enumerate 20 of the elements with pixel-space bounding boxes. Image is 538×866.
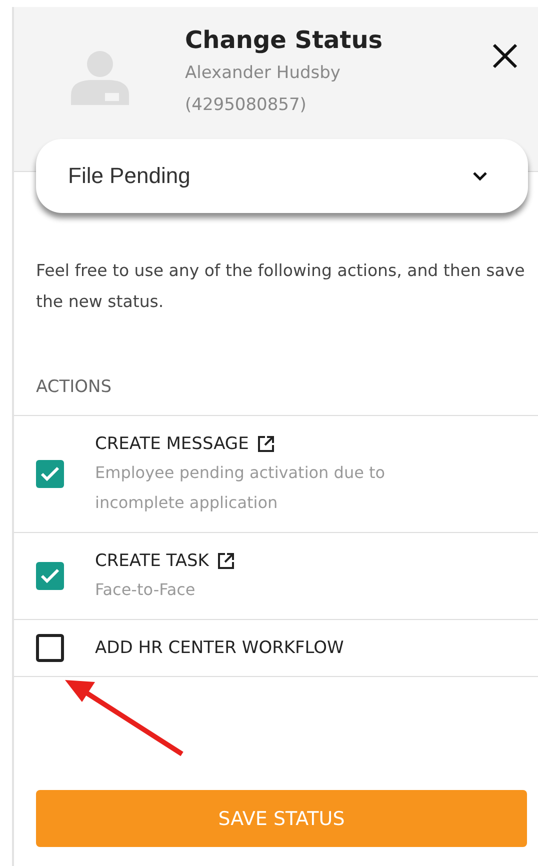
status-dropdown[interactable]: File Pending	[36, 139, 528, 213]
action-label: CREATE MESSAGE	[95, 433, 249, 456]
employee-name: Alexander Hudsby	[185, 62, 342, 85]
action-detail: Employee pending activation due to incomplete application	[95, 462, 386, 514]
checkbox[interactable]	[36, 634, 64, 662]
external-link-icon[interactable]	[256, 435, 275, 453]
checkmark-icon	[40, 466, 60, 482]
employee-id: (4295080857)	[185, 94, 308, 117]
close-icon[interactable]	[492, 43, 518, 69]
external-link-icon[interactable]	[216, 552, 235, 570]
action-detail: Face-to-Face	[95, 579, 196, 601]
instruction-text: Feel free to use any of the following actions, and then save the new status.	[36, 260, 526, 313]
caret-icon	[472, 171, 488, 181]
checkbox[interactable]	[36, 460, 64, 488]
dialog-title: Change Status	[185, 25, 384, 56]
checkmark-icon	[40, 568, 60, 584]
section-label: ACTIONS	[36, 376, 112, 399]
checkbox[interactable]	[36, 562, 64, 590]
action-label: CREATE TASK	[95, 550, 209, 573]
action-label: ADD HR CENTER WORKFLOW	[95, 637, 344, 660]
